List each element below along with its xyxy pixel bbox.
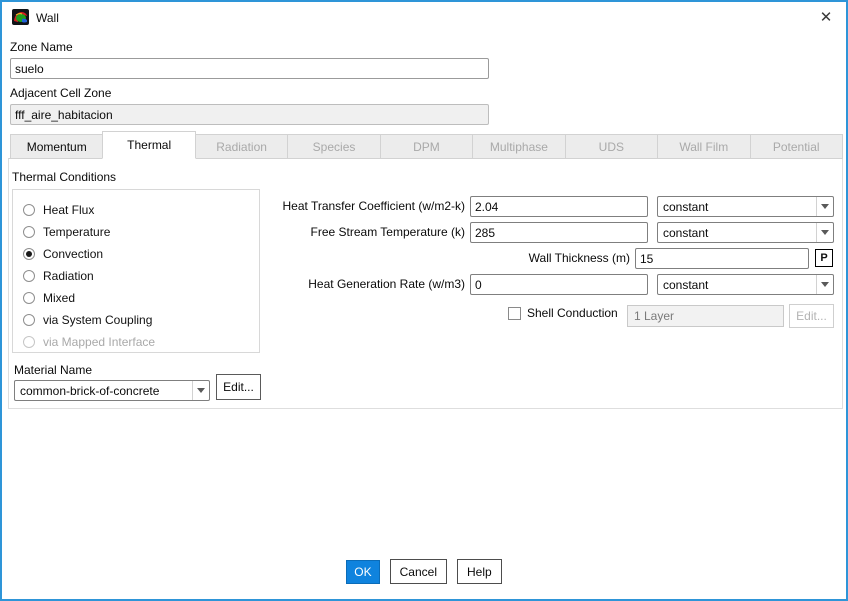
heat-transfer-coefficient-mode-dropdown[interactable]: constant	[657, 196, 834, 217]
zone-name-label: Zone Name	[10, 40, 73, 54]
tab-potential: Potential	[750, 134, 843, 159]
radio-selected-icon	[23, 248, 35, 260]
tab-dpm: DPM	[380, 134, 473, 159]
free-stream-temperature-label: Free Stream Temperature (k)	[260, 225, 465, 239]
wall-thickness-label: Wall Thickness (m)	[422, 251, 630, 265]
material-name-label: Material Name	[14, 363, 92, 377]
adjacent-cell-zone-label: Adjacent Cell Zone	[10, 86, 111, 100]
tab-momentum[interactable]: Momentum	[10, 134, 103, 159]
chevron-down-icon	[192, 381, 209, 400]
tab-uds: UDS	[565, 134, 658, 159]
radio-radiation[interactable]: Radiation	[23, 266, 94, 286]
radio-circle-icon	[23, 204, 35, 216]
tab-species: Species	[287, 134, 380, 159]
fluent-app-icon	[12, 9, 29, 25]
zone-name-input[interactable]	[10, 58, 489, 79]
radio-via-mapped-interface: via Mapped Interface	[23, 332, 155, 352]
radio-circle-icon	[23, 336, 35, 348]
shell-conduction-edit-button: Edit...	[789, 304, 834, 328]
tab-multiphase: Multiphase	[472, 134, 565, 159]
tab-wall-film: Wall Film	[657, 134, 750, 159]
free-stream-temperature-mode-dropdown[interactable]: constant	[657, 222, 834, 243]
dialog-footer: OK Cancel Help	[2, 559, 846, 584]
chevron-down-icon	[816, 197, 833, 216]
radio-heat-flux[interactable]: Heat Flux	[23, 200, 94, 220]
heat-transfer-coefficient-label: Heat Transfer Coefficient (w/m2-k)	[260, 199, 465, 213]
wall-dialog: Wall ✕ Zone Name Adjacent Cell Zone Mome…	[0, 0, 848, 601]
heat-generation-rate-input[interactable]	[470, 274, 648, 295]
material-edit-button[interactable]: Edit...	[216, 374, 261, 400]
thermal-conditions-label: Thermal Conditions	[12, 170, 116, 184]
shell-conduction-label: Shell Conduction	[527, 306, 618, 320]
wall-thickness-parameter-button[interactable]: P	[815, 249, 833, 267]
radio-circle-icon	[23, 314, 35, 326]
window-title: Wall	[36, 11, 59, 25]
thermal-conditions-group: Heat Flux Temperature Convection Radiati…	[12, 189, 260, 353]
chevron-down-icon	[816, 223, 833, 242]
ok-button[interactable]: OK	[346, 560, 379, 584]
radio-circle-icon	[23, 292, 35, 304]
heat-generation-rate-label: Heat Generation Rate (w/m3)	[260, 277, 465, 291]
shell-conduction-checkbox[interactable]	[508, 307, 521, 320]
heat-transfer-coefficient-input[interactable]	[470, 196, 648, 217]
radio-via-system-coupling[interactable]: via System Coupling	[23, 310, 152, 330]
tab-bar: Momentum Thermal Radiation Species DPM M…	[10, 134, 843, 159]
title-bar: Wall ✕	[2, 2, 846, 32]
tab-radiation: Radiation	[195, 134, 288, 159]
chevron-down-icon	[816, 275, 833, 294]
close-icon[interactable]: ✕	[812, 4, 840, 30]
shell-conduction-layers-field: 1 Layer	[627, 305, 784, 327]
heat-generation-rate-mode-dropdown[interactable]: constant	[657, 274, 834, 295]
material-name-dropdown[interactable]: common-brick-of-concrete	[14, 380, 210, 401]
radio-temperature[interactable]: Temperature	[23, 222, 110, 242]
wall-thickness-input[interactable]	[635, 248, 809, 269]
radio-convection[interactable]: Convection	[23, 244, 103, 264]
radio-mixed[interactable]: Mixed	[23, 288, 75, 308]
radio-circle-icon	[23, 226, 35, 238]
cancel-button[interactable]: Cancel	[390, 559, 447, 584]
adjacent-cell-zone-input	[10, 104, 489, 125]
free-stream-temperature-input[interactable]	[470, 222, 648, 243]
tab-thermal[interactable]: Thermal	[102, 131, 195, 159]
radio-circle-icon	[23, 270, 35, 282]
help-button[interactable]: Help	[457, 559, 502, 584]
